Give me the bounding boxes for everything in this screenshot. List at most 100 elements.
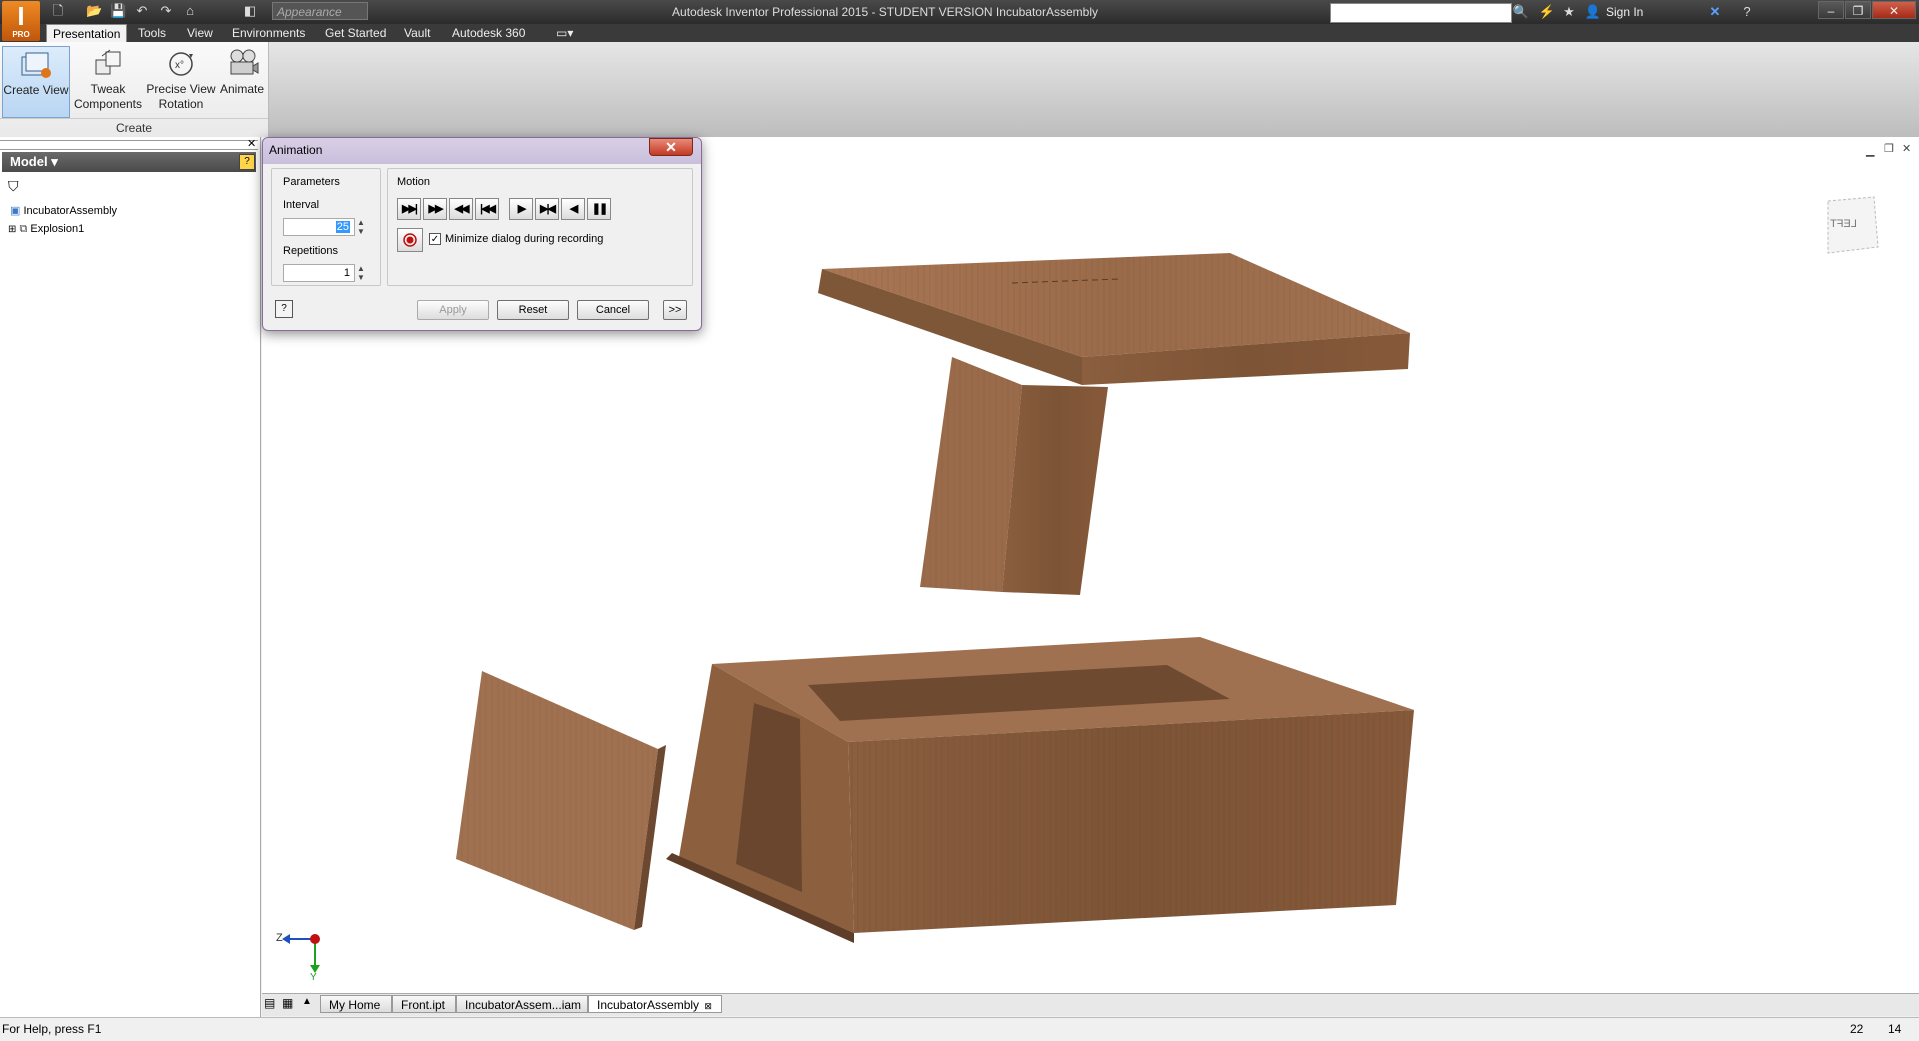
- dialog-close-button[interactable]: ✕: [649, 138, 693, 156]
- appearance-dropdown[interactable]: Appearance: [272, 2, 368, 20]
- material-icon[interactable]: ◧: [242, 3, 258, 19]
- model-browser: [0, 137, 261, 1017]
- create-view-icon: [21, 52, 51, 78]
- expand-dialog-button[interactable]: >>: [663, 300, 687, 320]
- tweak-components-label-1: Tweak: [90, 82, 126, 96]
- cancel-button[interactable]: Cancel: [577, 300, 649, 320]
- viewcube-face-label: LEFT: [1830, 218, 1857, 230]
- forward-by-interval-button[interactable]: ▶▶|: [397, 198, 421, 220]
- binoculars-icon[interactable]: 🔍: [1512, 3, 1530, 21]
- status-help-text: For Help, press F1: [2, 1022, 102, 1036]
- tweak-components-label-2: Components: [73, 97, 143, 111]
- tab-autodesk-360[interactable]: Autodesk 360: [446, 24, 531, 42]
- tile-vertical-icon[interactable]: ▦: [282, 996, 293, 1010]
- expand-plus-icon[interactable]: ⊞: [8, 224, 16, 235]
- base-box-part[interactable]: [666, 637, 1414, 943]
- svg-text:x°: x°: [175, 60, 184, 71]
- filter-icon[interactable]: ⛉: [8, 178, 19, 195]
- sign-in-link[interactable]: Sign In: [1606, 0, 1643, 24]
- precise-view-rotation-button[interactable]: x° Precise View Rotation: [146, 46, 216, 118]
- repetitions-label: Repetitions: [283, 245, 339, 257]
- precise-rotation-label-1: Precise View: [146, 82, 216, 96]
- minimize-window-button[interactable]: –: [1818, 1, 1844, 19]
- ribbon-options-icon[interactable]: ▭▾: [550, 24, 579, 42]
- close-window-button[interactable]: ✕: [1872, 1, 1916, 19]
- new-file-icon[interactable]: 🗋: [50, 3, 66, 19]
- app-logo: I: [17, 1, 25, 31]
- tree-item-root[interactable]: ▣ IncubatorAssembly: [10, 202, 117, 220]
- tab-vault[interactable]: Vault: [398, 24, 436, 42]
- tree-item-label: IncubatorAssembly: [23, 205, 118, 217]
- motion-group: [387, 168, 693, 286]
- interval-input[interactable]: 25: [283, 218, 355, 236]
- dialog-title-bar[interactable]: [263, 138, 701, 164]
- pause-button[interactable]: ❚❚: [587, 198, 611, 220]
- browser-help-icon[interactable]: ?: [239, 154, 255, 170]
- parameters-label: Parameters: [283, 176, 340, 188]
- favorites-star-icon[interactable]: ★: [1560, 3, 1578, 21]
- save-icon[interactable]: 💾: [110, 3, 126, 19]
- doc-tab-front[interactable]: Front.ipt: [392, 995, 456, 1013]
- application-menu-button[interactable]: I PRO: [2, 1, 40, 41]
- browser-close-icon[interactable]: ✕: [247, 137, 256, 150]
- status-bar: For Help, press F1 22 14: [0, 1017, 1919, 1041]
- tab-get-started[interactable]: Get Started: [319, 24, 392, 42]
- motion-label: Motion: [397, 176, 431, 188]
- play-forward-button[interactable]: ▶: [509, 198, 533, 220]
- record-button[interactable]: [397, 228, 423, 252]
- subscription-icon[interactable]: ⚡: [1538, 3, 1556, 21]
- undo-icon[interactable]: ↶: [134, 3, 150, 19]
- help-search-input[interactable]: [1330, 3, 1512, 23]
- close-tab-icon[interactable]: ⊠: [704, 1001, 712, 1011]
- record-icon: [403, 233, 417, 247]
- animate-camera-icon: [230, 49, 259, 75]
- doc-tab-incubator-assembly[interactable]: IncubatorAssembly ⊠: [588, 995, 722, 1013]
- forward-by-step-button[interactable]: ▶▶: [423, 198, 447, 220]
- redo-icon[interactable]: ↷: [158, 3, 174, 19]
- tab-tools[interactable]: Tools: [132, 24, 172, 42]
- help-icon[interactable]: ?: [1738, 3, 1756, 21]
- open-file-icon[interactable]: 📂: [86, 3, 102, 19]
- tweak-components-button[interactable]: Tweak Components: [72, 46, 144, 118]
- reset-button[interactable]: Reset: [497, 300, 569, 320]
- explosion-icon: ⧉: [19, 223, 28, 235]
- home-icon[interactable]: ⌂: [182, 3, 198, 19]
- tile-horizontal-icon[interactable]: ▤: [264, 996, 275, 1010]
- doc-tab-my-home[interactable]: My Home: [320, 995, 392, 1013]
- repetitions-input[interactable]: 1: [283, 264, 355, 282]
- doc-tab-incubator-iam[interactable]: IncubatorAssem...iam: [456, 995, 588, 1013]
- reverse-by-step-button[interactable]: ◀◀: [449, 198, 473, 220]
- ribbon: [0, 42, 1919, 137]
- browser-grip-bar[interactable]: [0, 140, 258, 150]
- user-icon: 👤: [1584, 4, 1602, 19]
- side-panel-part[interactable]: [456, 671, 666, 930]
- browser-header[interactable]: Model ▾: [2, 152, 256, 172]
- doc-tab-label: IncubatorAssembly: [597, 998, 700, 1012]
- tree-item-explosion[interactable]: ⊞ ⧉ Explosion1: [8, 220, 84, 238]
- exchange-apps-icon[interactable]: ✕: [1706, 3, 1724, 21]
- reverse-by-interval-button[interactable]: |◀◀: [475, 198, 499, 220]
- minimize-dialog-checkbox[interactable]: ✓: [429, 233, 441, 245]
- interval-spinner[interactable]: ▲ ▼: [357, 218, 365, 236]
- status-count-2: 14: [1888, 1022, 1902, 1036]
- animate-label: Animate: [219, 82, 265, 96]
- vertical-post-part[interactable]: [920, 357, 1108, 595]
- create-view-label: Create View: [3, 83, 69, 97]
- repetitions-spinner[interactable]: ▲ ▼: [357, 264, 365, 282]
- animate-button[interactable]: Animate: [216, 46, 268, 118]
- open-documents-menu-icon[interactable]: ▲: [302, 996, 312, 1007]
- ribbon-panel-title: Create: [0, 118, 268, 137]
- dialog-help-icon[interactable]: ?: [275, 300, 293, 318]
- tab-view[interactable]: View: [181, 24, 219, 42]
- axis-triad: [282, 934, 320, 973]
- play-reverse-button[interactable]: ◀: [561, 198, 585, 220]
- tab-environments[interactable]: Environments: [226, 24, 311, 42]
- top-shelf-part[interactable]: [818, 253, 1410, 385]
- create-view-button[interactable]: Create View: [2, 46, 70, 118]
- restore-window-button[interactable]: ❐: [1845, 1, 1871, 19]
- tab-presentation[interactable]: Presentation: [46, 24, 128, 42]
- assembly-icon: ▣: [10, 205, 21, 217]
- auto-reverse-button[interactable]: ▶|◀: [535, 198, 559, 220]
- apply-button[interactable]: Apply: [417, 300, 489, 320]
- chevron-down-icon: ▾: [51, 154, 58, 169]
